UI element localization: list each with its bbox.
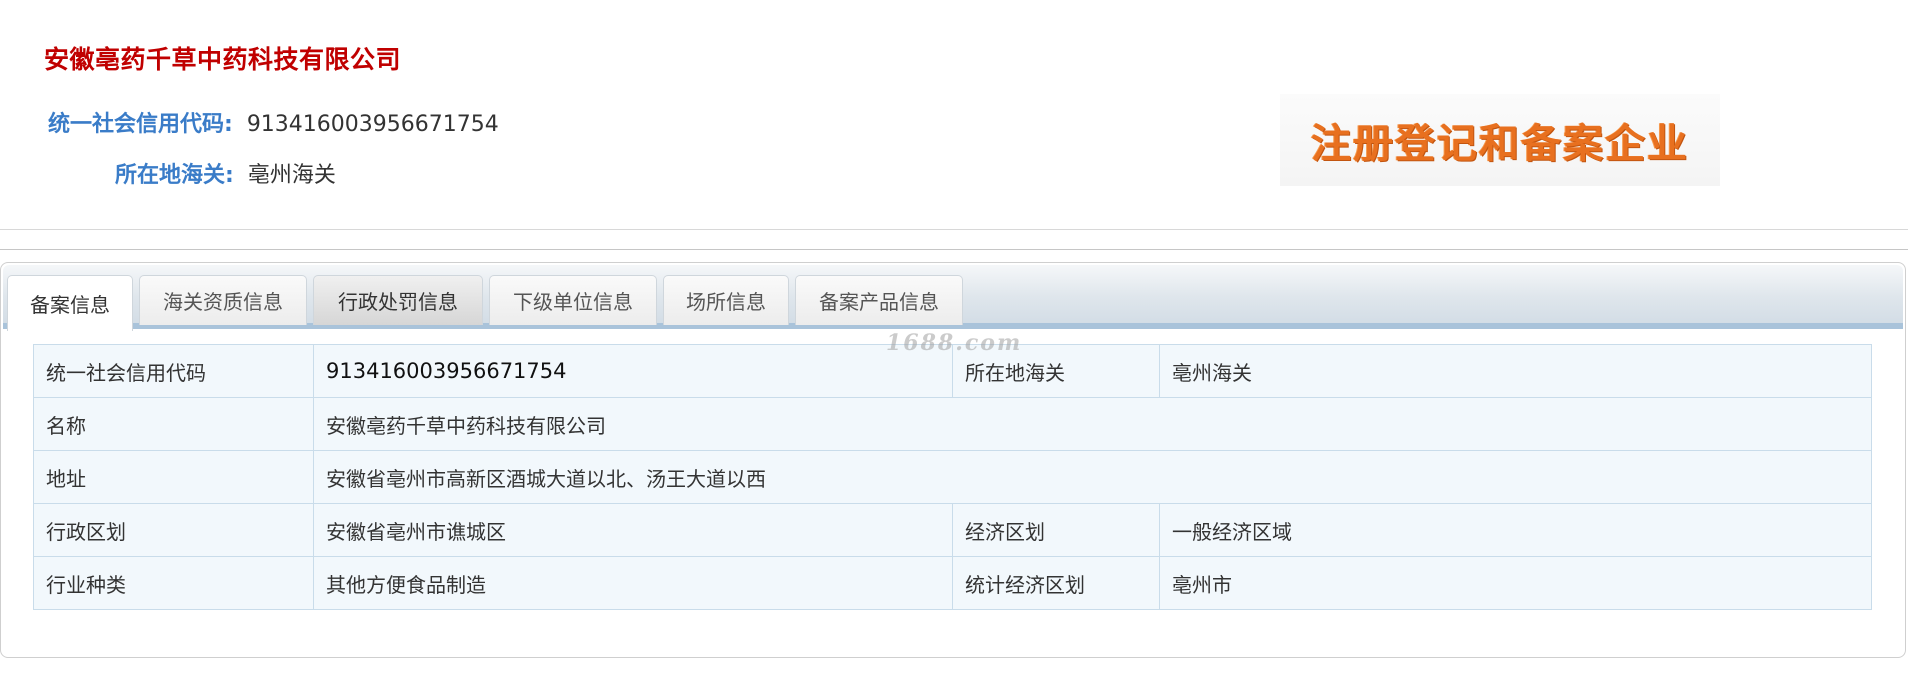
customs-value: 亳州海关 — [247, 163, 336, 188]
customs-cell-value: 亳州海关 — [1159, 344, 1872, 398]
tab-subordinate-units[interactable]: 下级单位信息 — [489, 275, 657, 325]
name-cell-value: 安徽亳药千草中药科技有限公司 — [313, 397, 1872, 451]
watermark: 1688.com — [886, 330, 1023, 356]
tab-label: 下级单位信息 — [513, 290, 633, 314]
address-cell-label: 地址 — [33, 450, 314, 504]
credit-code-cell-label: 统一社会信用代码 — [33, 344, 314, 398]
econ-region-cell-label: 经济区划 — [952, 503, 1160, 557]
tab-label: 备案信息 — [30, 293, 110, 317]
company-title: 安徽亳药千草中药科技有限公司 — [44, 45, 402, 74]
credit-code-value: 913416003956671754 — [246, 112, 499, 137]
tab-label: 场所信息 — [686, 290, 766, 314]
header-divider — [0, 229, 1908, 230]
name-cell-label: 名称 — [33, 397, 314, 451]
credit-code-cell-value: 913416003956671754 — [313, 344, 953, 398]
credit-code-row: 统一社会信用代码: 913416003956671754 — [48, 106, 499, 138]
tab-label: 行政处罚信息 — [338, 290, 458, 314]
tab-strip: 备案信息 海关资质信息 行政处罚信息 下级单位信息 场所信息 备案产品信息 — [3, 265, 1903, 331]
tab-label: 备案产品信息 — [819, 290, 939, 314]
admin-region-cell-value: 安徽省亳州市谯城区 — [313, 503, 953, 557]
industry-cell-value: 其他方便食品制造 — [313, 556, 953, 610]
admin-region-cell-label: 行政区划 — [33, 503, 314, 557]
table-row: 名称 安徽亳药千草中药科技有限公司 — [33, 397, 1872, 451]
registration-banner: 注册登记和备案企业 — [1280, 94, 1720, 186]
tab-label: 海关资质信息 — [163, 290, 283, 314]
credit-code-label: 统一社会信用代码: — [48, 112, 233, 137]
stat-region-cell-label: 统计经济区划 — [952, 556, 1160, 610]
tab-filed-products[interactable]: 备案产品信息 — [795, 275, 963, 325]
tab-administrative-penalty[interactable]: 行政处罚信息 — [313, 275, 483, 325]
banner-text: 注册登记和备案企业 — [1311, 121, 1689, 167]
stat-region-cell-value: 亳州市 — [1159, 556, 1872, 610]
customs-label: 所在地海关: — [115, 163, 234, 188]
table-row: 行业种类 其他方便食品制造 统计经济区划 亳州市 — [33, 556, 1872, 610]
table-row: 行政区划 安徽省亳州市谯城区 经济区划 一般经济区域 — [33, 503, 1872, 557]
econ-region-cell-value: 一般经济区域 — [1159, 503, 1872, 557]
tab-filing-info[interactable]: 备案信息 — [7, 275, 133, 331]
address-cell-value: 安徽省亳州市高新区酒城大道以北、汤王大道以西 — [313, 450, 1872, 504]
customs-row: 所在地海关: 亳州海关 — [115, 157, 336, 189]
table-row: 地址 安徽省亳州市高新区酒城大道以北、汤王大道以西 — [33, 450, 1872, 504]
section-divider — [0, 249, 1908, 250]
record-table: 统一社会信用代码 913416003956671754 所在地海关 亳州海关 名… — [33, 344, 1872, 610]
tab-customs-qualification[interactable]: 海关资质信息 — [139, 275, 307, 325]
tab-premises-info[interactable]: 场所信息 — [663, 275, 789, 325]
industry-cell-label: 行业种类 — [33, 556, 314, 610]
